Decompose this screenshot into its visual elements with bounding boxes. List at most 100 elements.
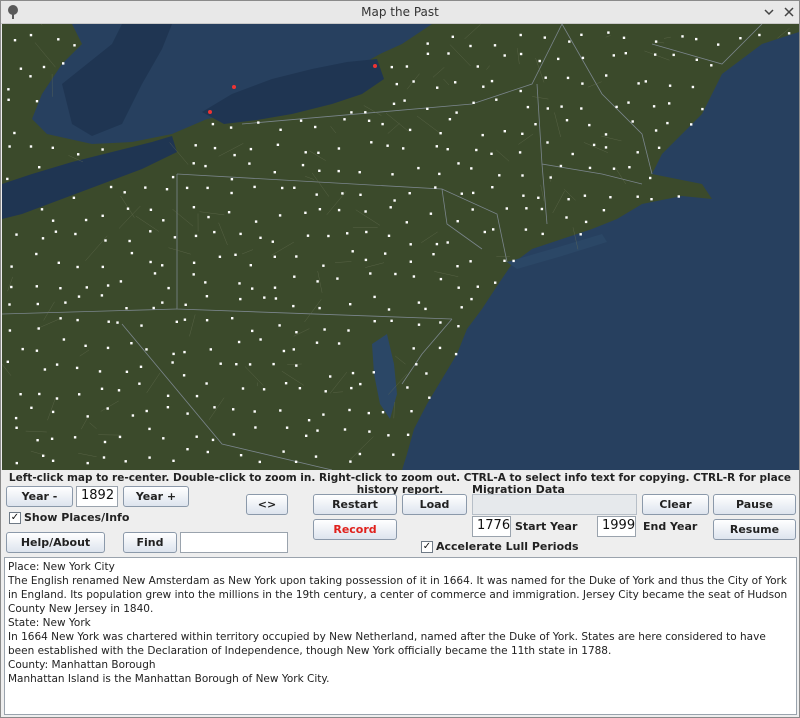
place-marker [186,412,189,415]
place-marker [59,287,62,290]
place-marker [503,54,506,57]
place-marker [116,321,119,324]
place-marker [106,284,110,287]
place-marker [412,80,415,83]
place-marker [417,301,421,304]
info-line: In 1664 New York was chartered within te… [8,631,766,657]
place-marker [54,230,58,233]
restart-button[interactable]: Restart [313,494,397,515]
start-year-field[interactable]: 1776 [472,516,511,537]
place-marker [475,148,478,152]
place-marker [172,459,175,462]
place-marker [525,207,528,210]
place-marker [316,429,319,432]
resume-button[interactable]: Resume [713,519,796,540]
place-marker [393,199,396,202]
place-marker [29,33,33,37]
place-marker [125,307,128,310]
place-marker [194,144,197,147]
place-marker [85,286,88,289]
place-marker [209,348,212,351]
place-marker [341,192,344,195]
find-input[interactable] [180,532,288,553]
swap-button[interactable]: <> [246,494,288,515]
place-marker [192,261,196,264]
place-marker [460,306,463,309]
place-marker [7,98,10,101]
place-marker [42,454,45,457]
map-view[interactable] [2,24,799,470]
place-marker [456,220,459,223]
load-button[interactable]: Load [402,494,467,515]
place-marker [457,162,460,165]
place-marker [257,121,260,124]
place-marker [588,166,592,170]
place-marker [521,174,524,177]
place-marker [35,252,38,256]
place-marker [402,147,405,150]
place-marker [425,372,428,375]
place-marker [272,362,275,366]
pause-button[interactable]: Pause [713,494,796,515]
place-marker [35,349,39,352]
place-marker [454,352,458,356]
place-marker [38,166,41,169]
place-marker [538,59,541,63]
place-marker [343,118,346,121]
accelerate-checkbox[interactable]: ✓ [421,541,433,553]
place-marker [238,282,241,285]
place-marker [482,85,485,88]
year-plus-button[interactable]: Year + [123,486,189,507]
place-marker [470,297,473,301]
help-about-button[interactable]: Help/About [6,532,105,553]
place-marker [607,31,610,34]
record-button[interactable]: Record [313,519,397,540]
info-text-area[interactable]: Place: New York City The English renamed… [4,557,797,715]
find-button[interactable]: Find [123,532,177,553]
show-places-checkbox[interactable]: ✓ [9,512,21,524]
place-marker [457,286,460,289]
place-marker [30,406,33,409]
place-marker [73,436,77,439]
place-marker [710,64,713,67]
place-marker [417,166,420,170]
place-marker [109,185,113,189]
clear-button[interactable]: Clear [642,494,709,515]
place-marker [370,141,373,144]
place-marker [690,123,693,126]
place-marker [307,419,311,422]
place-marker [40,208,44,211]
end-year-label: End Year [643,520,698,533]
map-hint: Left-click map to re-center. Double-clic… [8,472,792,496]
place-marker [409,243,412,246]
place-marker [369,272,372,275]
place-marker [672,53,675,57]
year-minus-button[interactable]: Year - [6,486,73,507]
place-marker [295,364,298,367]
place-marker [549,176,552,179]
place-marker [372,371,375,374]
place-marker [279,128,282,131]
place-marker [318,306,321,310]
place-marker [446,148,449,151]
place-marker [273,171,276,174]
place-marker [36,302,39,306]
place-marker [434,186,437,189]
place-marker [15,461,18,465]
place-marker [350,111,353,114]
place-marker [650,198,653,201]
chevron-down-icon[interactable] [761,4,777,20]
end-year-field[interactable]: 1999 [597,516,636,537]
place-marker [695,58,698,61]
place-marker [389,206,392,209]
place-marker [318,208,322,211]
place-marker [512,259,515,263]
place-marker [627,101,630,104]
year-field[interactable]: 1892 [76,486,118,507]
place-marker [76,318,79,322]
place-marker [544,76,547,79]
place-marker [306,234,310,237]
place-marker [251,287,254,290]
place-marker [101,214,104,217]
close-icon[interactable] [781,4,797,20]
